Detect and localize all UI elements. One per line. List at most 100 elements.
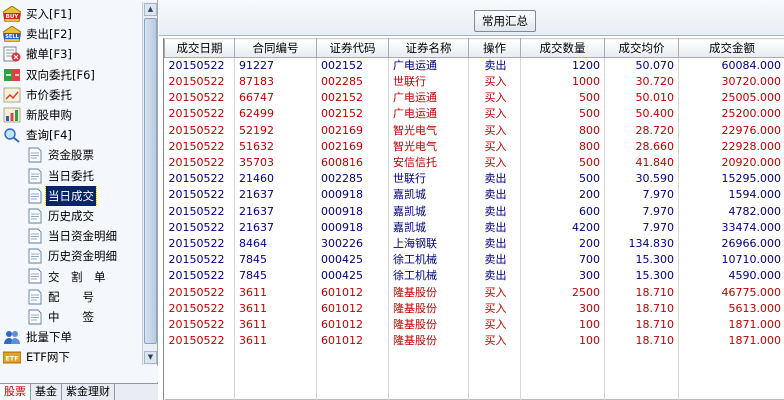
nav-item[interactable]: 历史资金明细: [0, 246, 142, 266]
nav-item[interactable]: 批量下单: [0, 327, 142, 347]
column-header[interactable]: 成交均价: [604, 38, 679, 58]
table-row[interactable]: 20150522 87183 002285 世联行 买入 1000 30.720 30720.…: [164, 74, 784, 91]
cell-date: 20150522: [164, 219, 235, 236]
cell-avg: 30.720: [604, 74, 679, 91]
cell-contract: 7845: [234, 252, 317, 269]
cell-qty: 300: [520, 268, 605, 285]
scroll-up-arrow-icon[interactable]: ▲: [144, 3, 157, 16]
cell-avg: 28.720: [604, 122, 679, 139]
nav-item[interactable]: 查询[F4]: [0, 125, 142, 145]
nav-item[interactable]: BUY 买入[F1]: [0, 4, 142, 24]
cell-avg: 18.710: [604, 284, 679, 301]
two-way-order-icon: [3, 67, 21, 83]
table-row[interactable]: 20150522 21637 000918 嘉凯城 卖出 4200 7.970 33474.0…: [164, 219, 784, 236]
nav-item[interactable]: 撤单[F3]: [0, 44, 142, 64]
table-row[interactable]: 20150522 51632 002169 智光电气 买入 800 28.660 22928.…: [164, 138, 784, 155]
document-icon: [27, 248, 43, 264]
cell-amount: 15295.000: [678, 171, 784, 188]
cell-qty: 500: [520, 171, 605, 188]
scroll-down-arrow-icon[interactable]: ▼: [144, 351, 157, 364]
table-row[interactable]: 20150522 7845 000425 徐工机械 卖出 700 15.300 10710.0…: [164, 252, 784, 269]
summary-button[interactable]: 常用汇总: [474, 10, 536, 32]
nav-item[interactable]: 当日委托: [0, 166, 142, 186]
cell-avg: 50.070: [604, 57, 679, 74]
nav-item[interactable]: SELL 卖出[F2]: [0, 24, 142, 44]
empty-cell: [520, 349, 605, 400]
cell-amount: 30720.000: [678, 74, 784, 91]
column-header[interactable]: 证券名称: [388, 38, 469, 58]
tree-vertical-scrollbar[interactable]: ▲ ▼: [142, 2, 157, 365]
table-header-row: 成交日期 合同编号 证券代码 证券名称 操作 成交数量 成交均价 成交金额: [164, 38, 784, 58]
cell-name: 上海钢联: [388, 235, 469, 253]
column-header[interactable]: 成交数量: [520, 38, 605, 58]
nav-item-label: 配 号: [48, 289, 94, 304]
cell-code: 601012: [316, 284, 389, 301]
cell-qty: 200: [520, 187, 605, 204]
nav-item[interactable]: 当日资金明细: [0, 226, 142, 246]
nav-item[interactable]: 市价委托: [0, 85, 142, 105]
category-tab[interactable]: 基金: [31, 384, 62, 400]
column-header[interactable]: 证券代码: [316, 38, 389, 58]
cell-contract: 51632: [234, 138, 317, 155]
category-tab[interactable]: 紫金理财: [62, 384, 115, 400]
table-row[interactable]: 20150522 3611 601012 隆基股份 买入 300 18.710 5613.00…: [164, 300, 784, 317]
table-row[interactable]: 20150522 62499 002152 广电运通 买入 500 50.400 25200.…: [164, 106, 784, 123]
table-row[interactable]: 20150522 91227 002152 广电运通 卖出 1200 50.070 60084…: [164, 57, 784, 74]
nav-item[interactable]: 资金股票: [0, 145, 142, 165]
cell-name: 隆基股份: [388, 333, 469, 350]
nav-item[interactable]: 交 割 单: [0, 266, 142, 286]
nav-item[interactable]: ETF ETF网下: [0, 347, 142, 367]
cell-contract: 3611: [234, 300, 317, 317]
document-icon: [27, 268, 43, 284]
nav-item[interactable]: 当日成交: [0, 185, 142, 206]
cell-date: 20150522: [164, 90, 235, 107]
nav-item[interactable]: 历史成交: [0, 206, 142, 226]
cell-qty: 100: [520, 333, 605, 350]
table-row[interactable]: 20150522 52192 002169 智光电气 买入 800 28.720 22976.…: [164, 122, 784, 139]
svg-text:BUY: BUY: [6, 14, 20, 20]
nav-item[interactable]: 中 签: [0, 307, 142, 327]
table-row[interactable]: 20150522 21637 000918 嘉凯城 卖出 600 7.970 4782.000: [164, 203, 784, 220]
cell-op: 卖出: [468, 219, 521, 236]
nav-item[interactable]: 新股申购: [0, 105, 142, 125]
nav-item[interactable]: 配 号: [0, 287, 142, 307]
table-row[interactable]: 20150522 21637 000918 嘉凯城 卖出 200 7.970 1594.000: [164, 187, 784, 204]
cell-amount: 20920.000: [678, 154, 784, 172]
document-icon: [27, 168, 43, 184]
nav-item[interactable]: 双向委托[F6]: [0, 65, 142, 85]
column-header[interactable]: 合同编号: [234, 38, 317, 58]
cell-qty: 700: [520, 252, 605, 269]
table-row[interactable]: 20150522 3611 601012 隆基股份 买入 2500 18.710 46775.…: [164, 284, 784, 301]
table-row[interactable]: 20150522 21460 002285 世联行 卖出 500 30.590 15295.0…: [164, 171, 784, 188]
cell-code: 000918: [316, 203, 389, 220]
cell-name: 世联行: [388, 171, 469, 188]
table-row[interactable]: 20150522 3611 601012 隆基股份 买入 100 18.710 1871.00…: [164, 333, 784, 350]
cell-code: 600816: [316, 154, 389, 172]
cell-date: 20150522: [164, 333, 235, 350]
cell-avg: 50.010: [604, 90, 679, 107]
cell-op: 买入: [468, 284, 521, 301]
table-row[interactable]: 20150522 3611 601012 隆基股份 买入 100 18.710 1871.00…: [164, 316, 784, 333]
column-header[interactable]: 成交日期: [164, 38, 235, 58]
cell-qty: 800: [520, 122, 605, 139]
cell-qty: 500: [520, 106, 605, 123]
nav-item-label: 历史资金明细: [48, 249, 117, 264]
table-row[interactable]: 20150522 66747 002152 广电运通 买入 500 50.010 25005.…: [164, 90, 784, 107]
trades-table: 成交日期 合同编号 证券代码 证券名称 操作 成交数量 成交均价 成交金额 20150522 9…: [164, 38, 784, 400]
cell-avg: 18.710: [604, 316, 679, 333]
category-tab[interactable]: 股票: [0, 384, 31, 400]
nav-item-label: 市价委托: [26, 87, 72, 102]
query-toolbar: 常用汇总: [159, 0, 784, 36]
nav-item-label: 当日成交: [45, 185, 97, 206]
cell-name: 广电运通: [388, 106, 469, 123]
table-row[interactable]: 20150522 8464 300226 上海钢联 卖出 200 134.830 26966.…: [164, 235, 784, 253]
table-row[interactable]: 20150522 35703 600816 安信信托 买入 500 41.840 20920.…: [164, 154, 784, 172]
empty-cell: [316, 349, 389, 400]
scroll-thumb[interactable]: [144, 18, 157, 344]
cell-avg: 28.660: [604, 138, 679, 155]
column-header[interactable]: 成交金额: [678, 38, 784, 58]
column-header[interactable]: 操作: [468, 38, 521, 58]
cell-name: 智光电气: [388, 138, 469, 155]
cell-date: 20150522: [164, 122, 235, 139]
table-row[interactable]: 20150522 7845 000425 徐工机械 卖出 300 15.300 4590.00…: [164, 268, 784, 285]
